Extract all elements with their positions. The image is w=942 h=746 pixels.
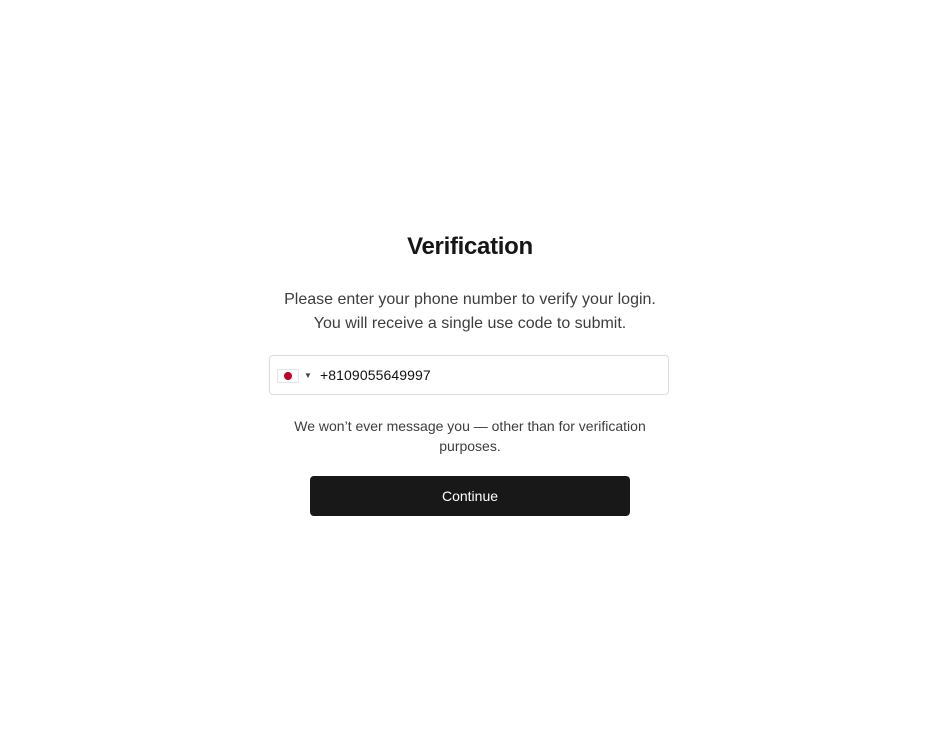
description-line-2: You will receive a single use code to su… bbox=[313, 315, 627, 332]
verification-card: Verification Please enter your phone num… bbox=[0, 0, 942, 746]
phone-input[interactable] bbox=[320, 356, 660, 394]
continue-button[interactable]: Continue bbox=[310, 476, 630, 516]
phone-field: ▼ bbox=[269, 355, 669, 395]
country-select[interactable]: ▼ bbox=[277, 368, 313, 384]
japan-flag-icon bbox=[277, 369, 299, 383]
description-line-1: Please enter your phone number to verify… bbox=[284, 291, 656, 308]
chevron-down-icon: ▼ bbox=[304, 371, 312, 380]
privacy-note: We won’t ever message you — other than f… bbox=[294, 418, 646, 454]
page-title: Verification bbox=[407, 233, 533, 260]
description: Please enter your phone number to verify… bbox=[0, 288, 940, 336]
